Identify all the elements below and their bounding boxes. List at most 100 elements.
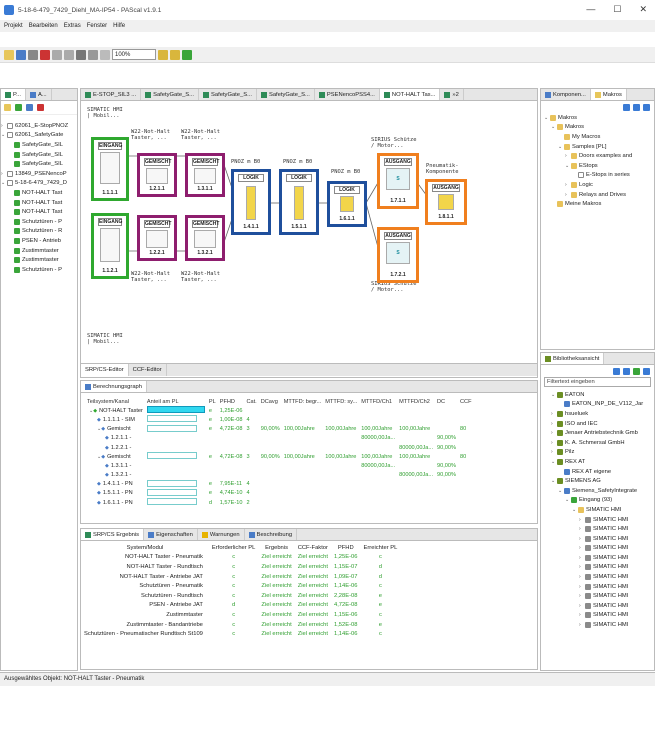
result-row[interactable]: PSEN - Antriebe JAT d Ziel erreicht Ziel er… (81, 601, 400, 611)
calc-col-header[interactable]: PL (207, 397, 218, 406)
calc-col-header[interactable]: Teilsystem/Kanal (85, 397, 145, 406)
library-tree-item[interactable]: ⌄ EATON (551, 390, 654, 400)
project-tree-item[interactable]: Schutztüren - P (1, 265, 77, 275)
library-tree-item[interactable]: › SIMATIC HMI (551, 611, 654, 621)
calc-row[interactable]: ◆ 1.6.1.1 - PN d 1,57E-10 2 (85, 498, 474, 507)
calc-row[interactable]: ◆ 1.2.2.1 - 80000,00Ja... 90,00% (85, 443, 474, 452)
result-row[interactable]: NOT-HALT Taster - Antriebe JAT c Ziel erre… (81, 572, 400, 582)
info-icon[interactable] (26, 104, 33, 111)
tab-bibliotheksansicht[interactable]: Bibliotheksansicht (541, 353, 605, 364)
output-block-3[interactable]: AUSGANG 1.8.1.1 (425, 179, 467, 225)
library-tree-item[interactable]: › SIMATIC HMI (551, 534, 654, 544)
calc-col-header[interactable]: Cat. (244, 397, 258, 406)
project-tree-item[interactable]: Zustimmtaster (1, 246, 77, 256)
calc-row[interactable]: ⌄◆ Gemischt e 4,72E-08 3 90,00% 100,00Jahre 100… (85, 424, 474, 434)
project-tree-item[interactable]: SafetyGate_SIL (1, 150, 77, 160)
macro-tree-item[interactable]: ⌄ Makros (544, 113, 654, 123)
minimize-button[interactable]: — (586, 4, 595, 15)
calc-row[interactable]: ⌄◆ Gemischt e 4,72E-08 3 90,00% 100,00Jahre 100… (85, 452, 474, 461)
library-tree-item[interactable]: › SIMATIC HMI (551, 553, 654, 563)
lib-filter-icon[interactable] (633, 367, 640, 375)
result-col-header[interactable]: Erreichter PL (361, 543, 401, 553)
cut-icon[interactable] (76, 49, 86, 60)
library-tree-item[interactable]: › ISO and IEC (551, 419, 654, 429)
menu-bearbeiten[interactable]: Bearbeiten (29, 23, 58, 29)
calc-col-header[interactable]: DCavg (259, 397, 282, 406)
menu-fenster[interactable]: Fenster (87, 23, 107, 29)
print-icon[interactable] (28, 49, 38, 60)
editor-tab[interactable]: SafetyGate_S... (141, 89, 200, 100)
calc-col-header[interactable]: Anteil am PL (145, 397, 207, 406)
result-col-header[interactable]: Ergebnis (258, 543, 294, 553)
project-tree-item[interactable]: Schutztüren - P (1, 217, 77, 227)
library-tree-item[interactable]: REX AT eigene (551, 467, 654, 477)
add-system-icon[interactable] (15, 104, 22, 111)
tab-makros[interactable]: Makros (590, 89, 627, 100)
library-tree-item[interactable]: › SIMATIC HMI (551, 582, 654, 592)
verify-icon[interactable] (182, 49, 192, 60)
lib-collapse-icon[interactable] (643, 367, 650, 375)
library-tree-item[interactable]: › SIMATIC HMI (551, 572, 654, 582)
result-row[interactable]: Schutztüren - Pneumatik c Ziel erreicht Zie… (81, 581, 400, 591)
project-tree-item[interactable]: NOT-HALT Tast (1, 188, 77, 198)
project-tree-item[interactable]: SafetyGate_SIL (1, 140, 77, 150)
logic-block-2[interactable]: LOGIK 1.5.1.1 (279, 169, 319, 235)
library-tree-item[interactable]: ⌄ Siemens_SafetyIntegrate (551, 486, 654, 496)
calc-col-header[interactable]: PFHD (218, 397, 245, 406)
library-tree-item[interactable]: › SIMATIC HMI (551, 591, 654, 601)
library-tree-item[interactable]: ⌄ REX AT (551, 457, 654, 467)
library-tree-item[interactable]: › K. A. Schmersal GmbH (551, 438, 654, 448)
calc-row[interactable]: ◆ 1.3.1.1 - 80000,00Ja... 90,00% (85, 461, 474, 470)
calc-row[interactable]: ◆ 1.5.1.1 - PN e 4,74E-10 4 (85, 488, 474, 498)
library-tree-item[interactable]: ⌄ Eingang (93) (551, 496, 654, 506)
filter-input[interactable]: Filtertext eingeben (544, 377, 651, 387)
tab-berechnungsgraph[interactable]: Berechnungsgraph (81, 381, 147, 392)
maximize-button[interactable]: ☐ (613, 4, 621, 15)
result-col-header[interactable]: System/Modul (81, 543, 209, 553)
editor-tab[interactable]: PSENencoPSS4... (315, 89, 380, 100)
result-row[interactable]: Schutztüren - Pneumatischer Rundtisch St… (81, 629, 400, 639)
library-tree-item[interactable]: ⌄ SIEMENS AG (551, 476, 654, 486)
result-col-header[interactable]: Erforderlicher PL (209, 543, 259, 553)
macro-tree-item[interactable]: Meine Makros (544, 199, 654, 209)
library-tree-item[interactable]: EATON_INP_DE_V112_Jar (551, 400, 654, 410)
tab-a[interactable]: A... (26, 89, 52, 100)
editor-tab[interactable]: E-STOP_SIL3 ... (81, 89, 142, 100)
collapse-icon[interactable] (643, 103, 650, 111)
redo-icon[interactable] (64, 49, 74, 60)
macro-tree-item[interactable]: ⌄ Makros (544, 123, 654, 133)
macro-tree-item[interactable]: ⌄ EStops (544, 161, 654, 171)
result-row[interactable]: NOT-HALT Taster - Rundtisch c Ziel erreich… (81, 562, 400, 572)
result-row[interactable]: Schutztüren - Rundtisch c Ziel erreicht Zie… (81, 591, 400, 601)
macro-tree-item[interactable]: › Doors examples and (544, 151, 654, 161)
logic-block-1[interactable]: LOGIK 1.4.1.1 (231, 169, 271, 235)
undo-icon[interactable] (52, 49, 62, 60)
editor-tab[interactable]: »2 (440, 89, 464, 100)
library-tree-item[interactable]: › SIMATIC HMI (551, 563, 654, 573)
project-tree-item[interactable]: › 13849_PSENencoP (1, 169, 77, 179)
zoom-select[interactable]: 100% (112, 49, 156, 60)
project-tree-item[interactable]: Schutztüren - R (1, 227, 77, 237)
calc-row[interactable]: ⌄◆ NOT-HALT Taster e 1,25E-06 (85, 406, 474, 415)
menu-projekt[interactable]: Projekt (4, 23, 23, 29)
editor-tab[interactable]: SafetyGate_S... (199, 89, 257, 100)
output-block-1[interactable]: AUSGANG S 1.7.1.1 (377, 153, 419, 209)
lib-import-icon[interactable] (623, 367, 630, 375)
calc-col-header[interactable]: MTTFD/Ch1 (359, 397, 397, 406)
calc-row[interactable]: ◆ 1.2.1.1 - 80000,00Ja... 90,00% (85, 434, 474, 443)
macro-tree-item[interactable]: E-Stops in series (544, 171, 654, 181)
result-row[interactable]: Zustimmtaster c Ziel erreicht Ziel erreicht… (81, 610, 400, 620)
result-tab[interactable]: Warnungen (198, 529, 245, 540)
zoom-out-icon[interactable] (170, 49, 180, 60)
result-row[interactable]: NOT-HALT Taster - Pneumatik c Ziel erreich… (81, 553, 400, 563)
refresh-icon[interactable] (623, 103, 630, 111)
calc-col-header[interactable]: MTTFD: begr... (282, 397, 324, 406)
lib-add-icon[interactable] (613, 367, 620, 375)
tab-ccf-editor[interactable]: CCF-Editor (129, 364, 167, 376)
tab-komponenten[interactable]: Komponen... (541, 89, 591, 100)
zoom-in-icon[interactable] (158, 49, 168, 60)
menu-extras[interactable]: Extras (64, 23, 81, 29)
project-tree-item[interactable]: Zustimmtaster (1, 255, 77, 265)
result-tab[interactable]: Beschreibung (245, 529, 298, 540)
new-macro-icon[interactable] (633, 103, 640, 111)
